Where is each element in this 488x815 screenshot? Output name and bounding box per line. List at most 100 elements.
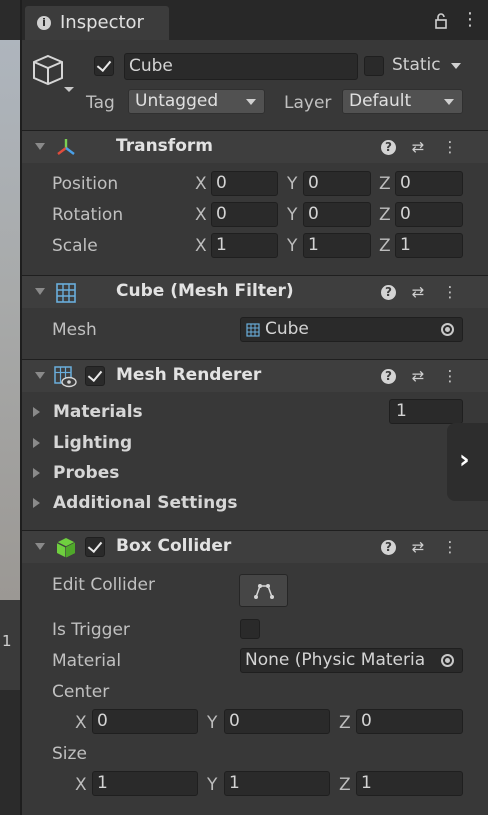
scene-view-strip: 1 bbox=[0, 0, 20, 815]
left-panel-lower: 1 bbox=[0, 600, 20, 690]
is-trigger-checkbox[interactable] bbox=[240, 619, 260, 639]
materials-count-field[interactable]: 1 bbox=[389, 399, 463, 424]
foldout-arrow-icon[interactable] bbox=[35, 143, 45, 150]
position-x-field[interactable]: 0 bbox=[211, 171, 278, 196]
object-name-field[interactable]: Cube bbox=[124, 53, 358, 80]
axis-z-label[interactable]: Z bbox=[339, 713, 351, 733]
help-icon[interactable]: ? bbox=[381, 140, 396, 155]
scale-x-field[interactable]: 1 bbox=[211, 233, 278, 258]
scale-y-field[interactable]: 1 bbox=[303, 233, 371, 258]
presets-icon[interactable]: ⇄ bbox=[408, 282, 428, 302]
size-x-field[interactable]: 1 bbox=[92, 771, 198, 796]
box-collider-header[interactable]: Box Collider ? ⇄ ⋮ bbox=[22, 530, 488, 563]
foldout-arrow-icon[interactable] bbox=[35, 543, 45, 550]
expand-panel-button[interactable]: › bbox=[447, 423, 488, 501]
object-picker-icon[interactable] bbox=[441, 654, 454, 667]
more-menu-icon[interactable]: ⋮ bbox=[440, 366, 460, 386]
size-label: Size bbox=[52, 744, 87, 764]
mesh-renderer-header[interactable]: Mesh Renderer ? ⇄ ⋮ bbox=[22, 359, 488, 392]
physic-material-field[interactable]: None (Physic Materia bbox=[240, 648, 463, 673]
axis-y-label[interactable]: Y bbox=[287, 174, 297, 194]
tab-inspector[interactable]: i Inspector bbox=[25, 6, 169, 40]
axis-y-label[interactable]: Y bbox=[207, 775, 217, 795]
axis-x-label[interactable]: X bbox=[195, 205, 207, 225]
size-y-field[interactable]: 1 bbox=[224, 771, 330, 796]
axis-x-label[interactable]: X bbox=[75, 775, 87, 795]
lock-icon[interactable] bbox=[432, 12, 450, 30]
more-menu-icon[interactable]: ⋮ bbox=[440, 282, 460, 302]
mesh-renderer-enabled-checkbox[interactable] bbox=[85, 366, 105, 386]
axis-z-label[interactable]: Z bbox=[379, 236, 391, 256]
lighting-foldout[interactable]: Lighting bbox=[32, 433, 132, 453]
chevron-right-icon: › bbox=[459, 445, 470, 475]
more-menu-icon[interactable]: ⋮ bbox=[440, 137, 460, 157]
static-label[interactable]: Static bbox=[392, 55, 441, 75]
box-collider-enabled-checkbox[interactable] bbox=[85, 537, 105, 557]
rotation-y-field[interactable]: 0 bbox=[303, 202, 371, 227]
box-collider-icon bbox=[56, 538, 76, 558]
axis-z-label[interactable]: Z bbox=[379, 205, 391, 225]
component-title: Transform bbox=[116, 136, 213, 156]
rotation-label[interactable]: Rotation bbox=[52, 205, 123, 225]
left-panel-fragment: 1 bbox=[2, 632, 12, 650]
object-active-checkbox[interactable] bbox=[94, 56, 114, 76]
transform-icon bbox=[57, 139, 75, 155]
scene-viewport[interactable] bbox=[0, 40, 20, 600]
presets-icon[interactable]: ⇄ bbox=[408, 137, 428, 157]
more-menu-icon[interactable]: ⋮ bbox=[440, 537, 460, 557]
additional-settings-foldout[interactable]: Additional Settings bbox=[33, 493, 238, 513]
object-picker-icon[interactable] bbox=[441, 323, 454, 336]
presets-icon[interactable]: ⇄ bbox=[408, 537, 428, 557]
tag-label: Tag bbox=[86, 93, 115, 113]
center-x-field[interactable]: 0 bbox=[92, 709, 198, 734]
transform-header[interactable]: Transform ? ⇄ ⋮ bbox=[22, 130, 488, 163]
axis-z-label[interactable]: Z bbox=[339, 775, 351, 795]
axis-x-label[interactable]: X bbox=[195, 174, 207, 194]
mesh-filter-icon bbox=[56, 283, 76, 303]
layer-value: Default bbox=[349, 91, 412, 111]
mesh-renderer-icon bbox=[54, 366, 77, 388]
scale-label[interactable]: Scale bbox=[52, 236, 98, 256]
tag-value: Untagged bbox=[135, 91, 219, 111]
mesh-filter-header[interactable]: Cube (Mesh Filter) ? ⇄ ⋮ bbox=[22, 275, 488, 308]
component-title: Cube (Mesh Filter) bbox=[116, 281, 294, 301]
mesh-object-field[interactable]: Cube bbox=[240, 317, 463, 342]
help-icon[interactable]: ? bbox=[381, 369, 396, 384]
position-y-field[interactable]: 0 bbox=[303, 171, 371, 196]
axis-x-label[interactable]: X bbox=[75, 713, 87, 733]
component-title: Box Collider bbox=[116, 536, 232, 556]
axis-x-label[interactable]: X bbox=[195, 236, 207, 256]
rotation-x-field[interactable]: 0 bbox=[211, 202, 278, 227]
position-z-field[interactable]: 0 bbox=[395, 171, 463, 196]
physic-material-value: None (Physic Materia bbox=[245, 650, 426, 670]
scale-z-field[interactable]: 1 bbox=[395, 233, 463, 258]
help-icon[interactable]: ? bbox=[381, 285, 396, 300]
foldout-arrow-icon[interactable] bbox=[35, 372, 45, 379]
rotation-z-field[interactable]: 0 bbox=[395, 202, 463, 227]
cube-object-icon[interactable] bbox=[30, 52, 78, 96]
layer-dropdown[interactable]: Default bbox=[342, 89, 463, 114]
foldout-arrow-icon[interactable] bbox=[35, 288, 45, 295]
tab-menu-icon[interactable]: ⋮ bbox=[461, 9, 479, 30]
static-checkbox[interactable] bbox=[364, 56, 384, 76]
static-dropdown-arrow[interactable] bbox=[451, 63, 461, 69]
axis-y-label[interactable]: Y bbox=[207, 713, 217, 733]
size-z-field[interactable]: 1 bbox=[356, 771, 463, 796]
materials-foldout[interactable]: Materials bbox=[33, 402, 143, 422]
mesh-icon bbox=[246, 323, 260, 337]
is-trigger-label: Is Trigger bbox=[52, 620, 130, 640]
edit-collider-button[interactable] bbox=[239, 574, 288, 607]
center-z-field[interactable]: 0 bbox=[356, 709, 463, 734]
axis-z-label[interactable]: Z bbox=[379, 174, 391, 194]
axis-y-label[interactable]: Y bbox=[287, 236, 297, 256]
panel-divider[interactable] bbox=[20, 0, 22, 815]
center-y-field[interactable]: 0 bbox=[224, 709, 330, 734]
mesh-label: Mesh bbox=[52, 320, 97, 340]
edit-collider-icon bbox=[254, 584, 274, 599]
probes-foldout[interactable]: Probes bbox=[32, 463, 119, 483]
tag-dropdown[interactable]: Untagged bbox=[128, 89, 265, 114]
presets-icon[interactable]: ⇄ bbox=[408, 366, 428, 386]
axis-y-label[interactable]: Y bbox=[287, 205, 297, 225]
help-icon[interactable]: ? bbox=[381, 540, 396, 555]
position-label[interactable]: Position bbox=[52, 174, 118, 194]
